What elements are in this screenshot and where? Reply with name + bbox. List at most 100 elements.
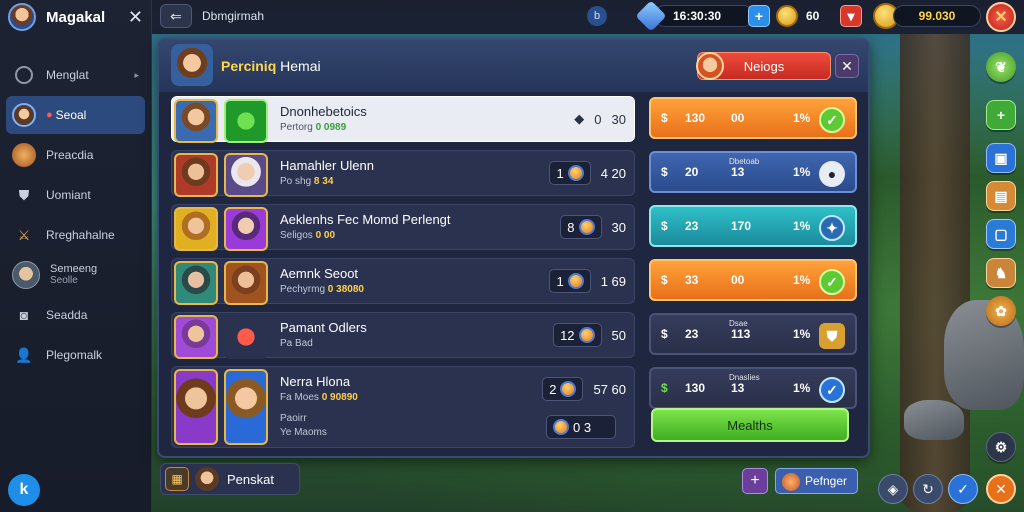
gold-counter: 99.030 xyxy=(873,3,981,29)
row-sub: Fa Moes 0 90890 xyxy=(280,392,358,403)
hero-avatar xyxy=(174,207,218,251)
chest-icon: ▦ xyxy=(165,467,189,491)
top-bar-title: Dbmgirmah xyxy=(202,9,265,23)
count-box: 2 xyxy=(542,377,584,401)
list-item[interactable]: Hamahler Ulenn Po shg 8 34 1 4 20 xyxy=(171,150,635,197)
add-button[interactable]: + xyxy=(742,468,768,494)
confirm-button[interactable]: ✓ xyxy=(948,474,978,504)
sidebar-item-rreghahalne[interactable]: ⚔ Rreghahalne xyxy=(6,216,145,254)
app-logo-icon[interactable]: k xyxy=(8,474,40,506)
camera-icon: ◙ xyxy=(19,307,29,323)
coins-value: 60 xyxy=(806,9,820,23)
leaf-icon: ❦ xyxy=(995,58,1007,75)
chest-icon: ▤ xyxy=(994,187,1008,204)
crossed-swords-icon: ✕ xyxy=(995,480,1007,497)
sidebar-item-label: Seadda xyxy=(46,308,88,322)
check-icon: ✓ xyxy=(957,480,969,497)
profile-avatar[interactable] xyxy=(8,3,36,31)
hero-face-icon xyxy=(696,52,724,80)
leaf-button[interactable]: ❦ xyxy=(986,52,1016,82)
add-button[interactable]: + xyxy=(986,100,1016,130)
bomb-icon xyxy=(224,315,268,359)
hero-portrait xyxy=(171,44,213,86)
battle-button[interactable]: ✕ xyxy=(986,474,1016,504)
list-item[interactable]: Aeklenhs Fec Momd Perlengt Seligos 0 00 … xyxy=(171,204,635,251)
list-item[interactable]: Pamant Odlers Pa Bad 12 50 xyxy=(171,312,635,359)
reward-bar[interactable]: Dsae $23 113 1% ⛊ xyxy=(649,313,857,355)
hero-button[interactable]: ♞ xyxy=(986,258,1016,288)
hero-avatar xyxy=(174,315,218,359)
claim-button[interactable]: Mealths xyxy=(651,408,849,442)
pager-label: Pefnger xyxy=(804,474,847,488)
red-action-label: Neiogs xyxy=(743,58,785,74)
sidebar-item-seoal[interactable]: ● Seoal xyxy=(6,96,145,134)
avatar-icon xyxy=(12,261,40,289)
row-sub: Po shg 8 34 xyxy=(280,176,334,187)
count-box: 1 xyxy=(549,161,591,185)
orb-icon xyxy=(578,327,595,343)
row-sub-value: 8 34 xyxy=(313,176,334,187)
info-badge[interactable]: b xyxy=(587,6,607,26)
sidebar-item-sublabel: Seolle xyxy=(50,275,78,286)
reward-bar[interactable]: Dbetoab $20 13 1% ● xyxy=(649,151,857,193)
pager-button[interactable]: Pefnger xyxy=(775,468,858,494)
sidebar-item-uomiant[interactable]: ⛊ Uomiant xyxy=(6,176,145,214)
coin-icon xyxy=(776,5,798,27)
hero-icon xyxy=(12,103,36,127)
reward-bar[interactable]: $23 170 1% ✦ xyxy=(649,205,857,247)
sidebar-item-label: Preacdia xyxy=(46,148,94,162)
rock xyxy=(904,400,964,440)
card-button[interactable]: ▢ xyxy=(986,219,1016,249)
back-button[interactable]: ⇐ xyxy=(160,4,192,28)
red-action-button[interactable]: Neiogs xyxy=(696,52,831,80)
sidebar-item-menglat[interactable]: Menglat ▸ xyxy=(6,56,145,94)
reward-bar[interactable]: Dnaslies $130 13 1% ✓ xyxy=(649,367,857,409)
gems-counter: 16:30:30 xyxy=(635,0,754,32)
settings-button[interactable]: ⚙ xyxy=(986,432,1016,462)
swords-button[interactable]: ✕ xyxy=(986,2,1016,32)
row-sub: Pa Bad xyxy=(280,338,313,349)
row-count: ◆ 0 30 xyxy=(574,107,626,131)
sidebar-item-label: Semeeng xyxy=(50,263,98,275)
row-count: 8 30 xyxy=(560,215,626,239)
count-box: 0 3 xyxy=(546,415,616,439)
panel-close-button[interactable]: ✕ xyxy=(835,54,859,78)
list-item[interactable]: Nerra Hlona Fa Moes 0 90890 Paoirr Ye Ma… xyxy=(171,366,635,448)
sidebar-item-seadda[interactable]: ◙ Seadda xyxy=(6,296,145,334)
add-gems-button[interactable]: + xyxy=(748,5,770,27)
row-count: 1 4 20 xyxy=(549,161,626,185)
bottom-bar[interactable]: ▦ Penskat xyxy=(160,463,300,495)
sidebar-item-plegomalk[interactable]: 👤 Plegomalk xyxy=(6,336,145,374)
reward-bar[interactable]: $130 00 1% ✓ xyxy=(649,97,857,139)
close-icon[interactable]: ✕ xyxy=(128,7,143,28)
sword-icon: ⚔ xyxy=(17,226,31,243)
menu-icon: ◈ xyxy=(887,480,899,497)
sidebar-item-label: Menglat xyxy=(46,68,89,82)
refresh-button[interactable]: ↻ xyxy=(913,474,943,504)
row-sub: Pechyrmg 0 38080 xyxy=(280,284,364,295)
reward-bar[interactable]: $33 00 1% ✓ xyxy=(649,259,857,301)
diamond-icon: ◆ xyxy=(574,111,585,126)
menu-button[interactable]: ◈ xyxy=(878,474,908,504)
row-name: Aemnk Seoot xyxy=(280,266,359,281)
hero-avatar xyxy=(195,467,219,491)
shop-button[interactable]: ✿ xyxy=(986,296,1016,326)
row-extra-sub: Ye Maoms xyxy=(280,427,327,438)
row-sub-value: 0 0989 xyxy=(315,122,347,133)
list-item[interactable]: Dnonhebetoics Pertorg 0 0989 ◆ 0 30 xyxy=(171,96,635,143)
list-item[interactable]: Aemnk Seoot Pechyrmg 0 38080 1 1 69 xyxy=(171,258,635,305)
orb-icon xyxy=(567,273,584,289)
book-button[interactable]: ▣ xyxy=(986,143,1016,173)
row-count-extra: 0 3 xyxy=(546,415,616,439)
bottom-label: Penskat xyxy=(227,471,274,487)
sidebar-item-semeeng[interactable]: Semeeng Seolle xyxy=(6,256,145,294)
main-panel: Perciniq Hemai Neiogs ✕ Dnonhebetoics Pe… xyxy=(157,38,870,458)
shield-icon: ⛊ xyxy=(819,323,845,349)
chest-button[interactable]: ▤ xyxy=(986,181,1016,211)
sidebar-item-label: Uomiant xyxy=(46,188,91,202)
sidebar-item-preacdia[interactable]: Preacdia xyxy=(6,136,145,174)
alert-button[interactable]: ▾ xyxy=(840,5,862,27)
back-arrow-icon: ⇐ xyxy=(170,7,182,24)
row-name: Aeklenhs Fec Momd Perlengt xyxy=(280,212,451,227)
sidebar-item-label: Seoal xyxy=(55,108,87,122)
